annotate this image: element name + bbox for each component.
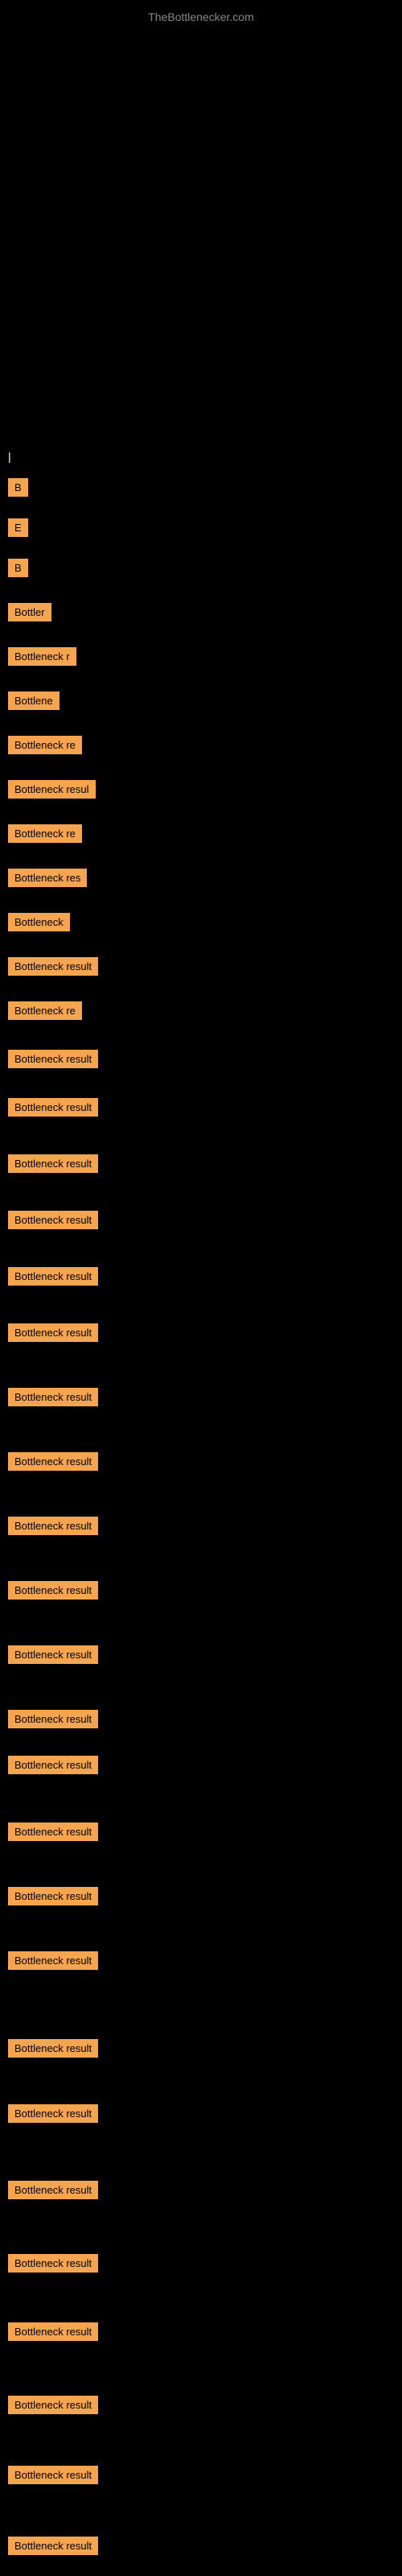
bottleneck-item: Bottleneck result bbox=[8, 2181, 98, 2199]
bottleneck-item: Bottleneck re bbox=[8, 736, 82, 754]
bottleneck-item: B bbox=[8, 559, 28, 577]
bottleneck-item: Bottleneck result bbox=[8, 1951, 98, 1970]
bottleneck-item: E bbox=[8, 518, 28, 537]
bottleneck-item: Bottleneck resul bbox=[8, 780, 96, 799]
bottleneck-item: Bottleneck result bbox=[8, 1098, 98, 1117]
site-title: TheBottlenecker.com bbox=[0, 4, 402, 30]
bottleneck-item: Bottleneck result bbox=[8, 2322, 98, 2341]
bottleneck-item: Bottleneck result bbox=[8, 1887, 98, 1905]
bottleneck-item: Bottleneck re bbox=[8, 1001, 82, 1020]
bottleneck-item: Bottleneck result bbox=[8, 2466, 98, 2484]
section-marker: | bbox=[4, 447, 15, 466]
bottleneck-item: Bottleneck result bbox=[8, 1452, 98, 1471]
bottleneck-item: Bottleneck result bbox=[8, 1267, 98, 1286]
bottleneck-item: Bottleneck result bbox=[8, 2396, 98, 2414]
bottleneck-item: B bbox=[8, 478, 28, 497]
bottleneck-item: Bottler bbox=[8, 603, 51, 621]
bottleneck-item: Bottleneck result bbox=[8, 1388, 98, 1406]
bottleneck-item: Bottleneck res bbox=[8, 869, 87, 887]
bottleneck-item: Bottleneck r bbox=[8, 647, 76, 666]
bottleneck-item: Bottleneck bbox=[8, 913, 70, 931]
bottleneck-item: Bottleneck result bbox=[8, 2254, 98, 2273]
bottleneck-item: Bottleneck re bbox=[8, 824, 82, 843]
bottleneck-item: Bottleneck result bbox=[8, 2039, 98, 2058]
bottleneck-item: Bottleneck result bbox=[8, 1154, 98, 1173]
bottleneck-item: Bottleneck result bbox=[8, 1823, 98, 1841]
bottleneck-item: Bottleneck result bbox=[8, 957, 98, 976]
bottleneck-item: Bottleneck result bbox=[8, 1756, 98, 1774]
bottleneck-item: Bottleneck result bbox=[8, 2104, 98, 2123]
bottleneck-item: Bottleneck result bbox=[8, 1050, 98, 1068]
bottleneck-item: Bottleneck result bbox=[8, 1710, 98, 1728]
bottleneck-item: Bottleneck result bbox=[8, 1323, 98, 1342]
bottleneck-item: Bottleneck result bbox=[8, 1645, 98, 1664]
bottleneck-item: Bottlene bbox=[8, 691, 59, 710]
bottleneck-item: Bottleneck result bbox=[8, 1517, 98, 1535]
bottleneck-item: Bottleneck result bbox=[8, 1211, 98, 1229]
bottleneck-item: Bottleneck result bbox=[8, 1581, 98, 1600]
bottleneck-item: Bottleneck result bbox=[8, 2537, 98, 2555]
